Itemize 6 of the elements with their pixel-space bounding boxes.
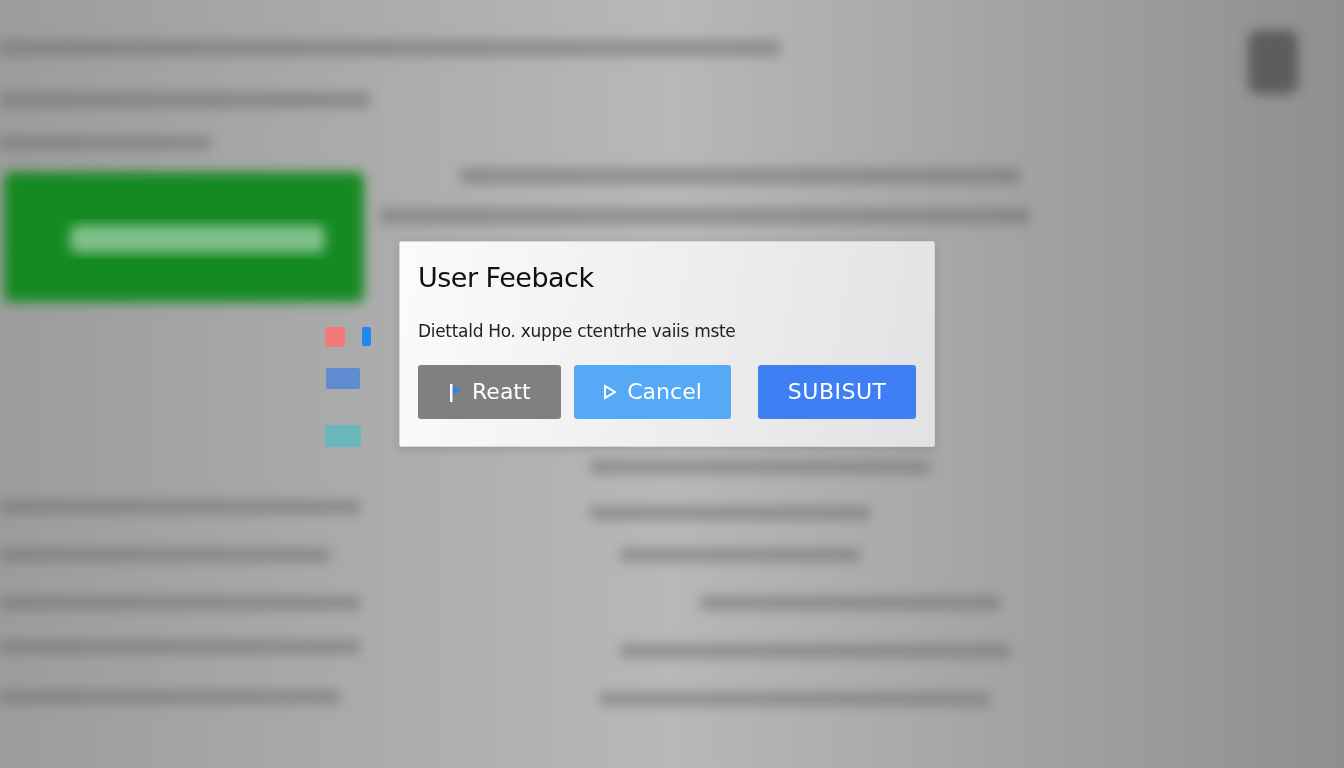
reset-button[interactable]: Reatt bbox=[418, 364, 561, 419]
cancel-button[interactable]: Cancel bbox=[573, 364, 732, 419]
dialog-title: User Feeback bbox=[418, 261, 595, 295]
submit-button[interactable]: SUBISUT bbox=[758, 364, 916, 419]
dialog-message: Diettald Ho. xuppe ctentrhe vaiis mste bbox=[418, 320, 737, 344]
play-icon bbox=[603, 383, 618, 400]
